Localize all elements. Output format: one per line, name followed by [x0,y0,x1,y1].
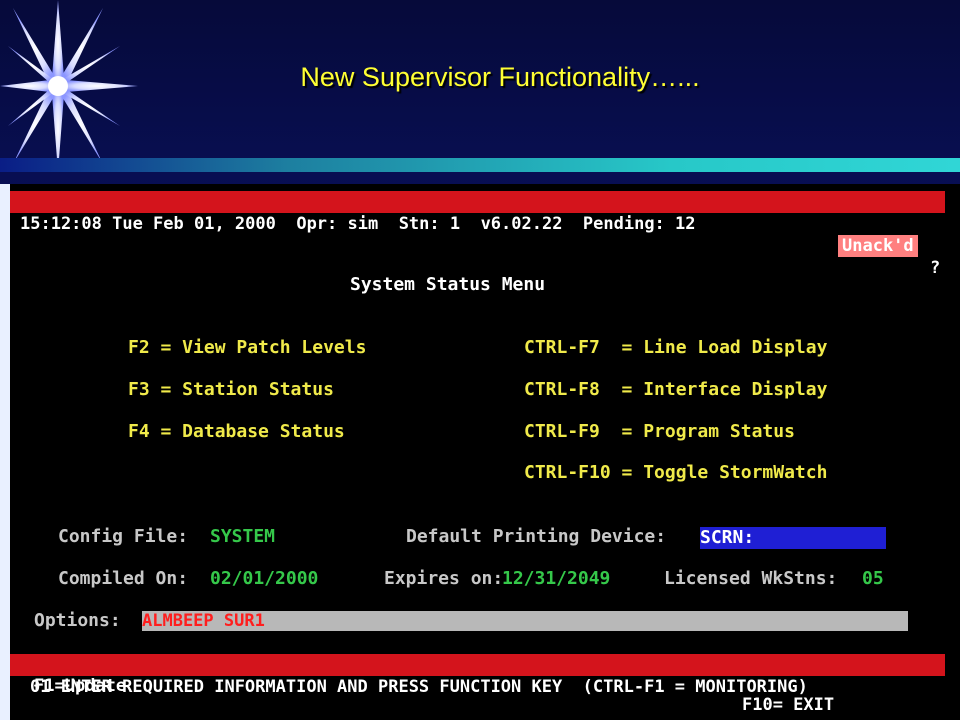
message-bar: 01 ENTER REQUIRED INFORMATION AND PRESS … [10,654,945,697]
f10-exit-key[interactable]: F10= EXIT [742,695,834,715]
terminal-window: 15:12:08 Tue Feb 01, 2000 Opr: sim Stn: … [0,184,960,720]
menu-item-view-patch-levels[interactable]: F2 = View Patch Levels [128,337,366,358]
title-divider [0,158,960,172]
licensed-wkstns-value: 05 [862,568,884,589]
options-field[interactable]: ALMBEEP SUR1 [142,611,908,631]
menu-item-interface-display[interactable]: CTRL-F8 = Interface Display [524,379,827,400]
licensed-wkstns-label: Licensed WkStns: [664,568,838,589]
expires-on-value: 12/31/2049 [502,568,611,589]
slide-title: New Supervisor Functionality…... [300,62,700,92]
unack-badge[interactable]: Unack'd [838,235,918,257]
menu-item-toggle-stormwatch[interactable]: CTRL-F10 = Toggle StormWatch [524,462,827,483]
menu-item-program-status[interactable]: CTRL-F9 = Program Status [524,421,795,442]
expires-on-label: Expires on: [384,568,504,589]
options-value: ALMBEEP SUR1 [142,611,265,631]
status-bar: 15:12:08 Tue Feb 01, 2000 Opr: sim Stn: … [10,191,945,278]
config-file-label: Config File: [58,526,189,547]
status-bar-text: 15:12:08 Tue Feb 01, 2000 Opr: sim Stn: … [20,214,696,234]
menu-title: System Status Menu [350,274,546,295]
status-bar-cut: ? [930,258,941,278]
menu-item-line-load-display[interactable]: CTRL-F7 = Line Load Display [524,337,827,358]
menu-item-station-status[interactable]: F3 = Station Status [128,379,334,400]
compiled-on-value: 02/01/2000 [210,568,319,589]
f1-update-key[interactable]: F1=Update [34,676,126,696]
printing-device-label: Default Printing Device: [406,526,667,547]
menu-item-database-status[interactable]: F4 = Database Status [128,421,345,442]
config-file-value: SYSTEM [210,526,276,547]
compiled-on-label: Compiled On: [58,568,189,589]
printing-device-field[interactable]: SCRN: [700,527,886,549]
printing-device-value: SCRN: [700,527,755,548]
options-label: Options: [34,610,121,631]
message-bar-text: 01 ENTER REQUIRED INFORMATION AND PRESS … [30,677,808,697]
